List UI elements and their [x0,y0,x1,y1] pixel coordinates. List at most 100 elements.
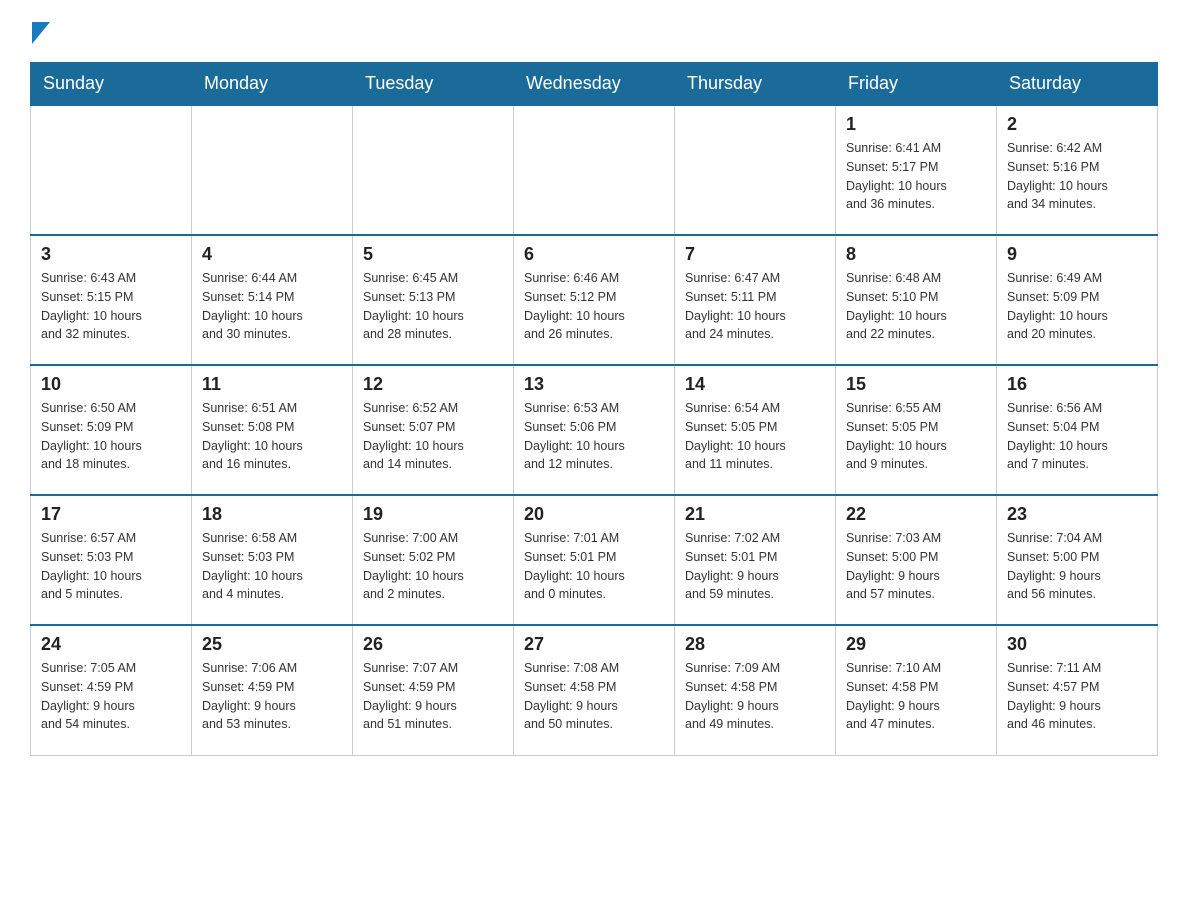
day-info: Sunrise: 7:09 AM Sunset: 4:58 PM Dayligh… [685,659,825,734]
day-info: Sunrise: 7:04 AM Sunset: 5:00 PM Dayligh… [1007,529,1147,604]
calendar-cell [675,105,836,235]
day-number: 8 [846,244,986,265]
calendar-cell [192,105,353,235]
day-info: Sunrise: 6:45 AM Sunset: 5:13 PM Dayligh… [363,269,503,344]
week-row-1: 1Sunrise: 6:41 AM Sunset: 5:17 PM Daylig… [31,105,1158,235]
weekday-header-thursday: Thursday [675,63,836,106]
day-info: Sunrise: 6:54 AM Sunset: 5:05 PM Dayligh… [685,399,825,474]
day-number: 14 [685,374,825,395]
day-number: 9 [1007,244,1147,265]
calendar-cell: 29Sunrise: 7:10 AM Sunset: 4:58 PM Dayli… [836,625,997,755]
calendar-cell: 22 Sunrise: 7:03 AM Sunset: 5:00 PM Dayli… [836,495,997,625]
calendar-cell: 17 Sunrise: 6:57 AM Sunset: 5:03 PM Dayli… [31,495,192,625]
weekday-header-saturday: Saturday [997,63,1158,106]
calendar-table: SundayMondayTuesdayWednesdayThursdayFrid… [30,62,1158,756]
day-info: Sunrise: 7:06 AM Sunset: 4:59 PM Dayligh… [202,659,342,734]
day-info: Sunrise: 7:02 AM Sunset: 5:01 PM Dayligh… [685,529,825,604]
calendar-cell: 3 Sunrise: 6:43 AM Sunset: 5:15 PM Daylig… [31,235,192,365]
day-info: Sunrise: 6:41 AM Sunset: 5:17 PM Dayligh… [846,139,986,214]
day-number: 26 [363,634,503,655]
logo-triangle-icon [32,22,50,44]
week-row-4: 17 Sunrise: 6:57 AM Sunset: 5:03 PM Dayli… [31,495,1158,625]
calendar-cell: 25Sunrise: 7:06 AM Sunset: 4:59 PM Dayli… [192,625,353,755]
day-number: 6 [524,244,664,265]
calendar-cell: 11 Sunrise: 6:51 AM Sunset: 5:08 PM Dayli… [192,365,353,495]
day-number: 22 [846,504,986,525]
day-info: Sunrise: 7:07 AM Sunset: 4:59 PM Dayligh… [363,659,503,734]
day-number: 3 [41,244,181,265]
day-number: 12 [363,374,503,395]
day-number: 29 [846,634,986,655]
calendar-cell: 14 Sunrise: 6:54 AM Sunset: 5:05 PM Dayli… [675,365,836,495]
day-number: 11 [202,374,342,395]
week-row-3: 10Sunrise: 6:50 AM Sunset: 5:09 PM Dayli… [31,365,1158,495]
calendar-cell: 16Sunrise: 6:56 AM Sunset: 5:04 PM Dayli… [997,365,1158,495]
weekday-header-row: SundayMondayTuesdayWednesdayThursdayFrid… [31,63,1158,106]
calendar-cell: 9Sunrise: 6:49 AM Sunset: 5:09 PM Daylig… [997,235,1158,365]
weekday-header-friday: Friday [836,63,997,106]
day-info: Sunrise: 6:47 AM Sunset: 5:11 PM Dayligh… [685,269,825,344]
calendar-cell: 13Sunrise: 6:53 AM Sunset: 5:06 PM Dayli… [514,365,675,495]
day-info: Sunrise: 7:05 AM Sunset: 4:59 PM Dayligh… [41,659,181,734]
day-number: 10 [41,374,181,395]
day-info: Sunrise: 6:48 AM Sunset: 5:10 PM Dayligh… [846,269,986,344]
day-number: 21 [685,504,825,525]
weekday-header-tuesday: Tuesday [353,63,514,106]
calendar-cell: 2 Sunrise: 6:42 AM Sunset: 5:16 PM Daylig… [997,105,1158,235]
day-info: Sunrise: 6:58 AM Sunset: 5:03 PM Dayligh… [202,529,342,604]
calendar-cell: 19 Sunrise: 7:00 AM Sunset: 5:02 PM Dayli… [353,495,514,625]
day-info: Sunrise: 6:57 AM Sunset: 5:03 PM Dayligh… [41,529,181,604]
day-info: Sunrise: 7:00 AM Sunset: 5:02 PM Dayligh… [363,529,503,604]
calendar-cell: 15 Sunrise: 6:55 AM Sunset: 5:05 PM Dayli… [836,365,997,495]
day-info: Sunrise: 6:51 AM Sunset: 5:08 PM Dayligh… [202,399,342,474]
day-info: Sunrise: 7:03 AM Sunset: 5:00 PM Dayligh… [846,529,986,604]
calendar-cell: 24Sunrise: 7:05 AM Sunset: 4:59 PM Dayli… [31,625,192,755]
day-number: 27 [524,634,664,655]
day-number: 13 [524,374,664,395]
calendar-cell: 5 Sunrise: 6:45 AM Sunset: 5:13 PM Daylig… [353,235,514,365]
day-info: Sunrise: 6:42 AM Sunset: 5:16 PM Dayligh… [1007,139,1147,214]
calendar-cell: 23Sunrise: 7:04 AM Sunset: 5:00 PM Dayli… [997,495,1158,625]
day-info: Sunrise: 6:55 AM Sunset: 5:05 PM Dayligh… [846,399,986,474]
day-number: 18 [202,504,342,525]
day-info: Sunrise: 6:43 AM Sunset: 5:15 PM Dayligh… [41,269,181,344]
page-header [30,20,1158,42]
week-row-5: 24Sunrise: 7:05 AM Sunset: 4:59 PM Dayli… [31,625,1158,755]
calendar-cell [353,105,514,235]
day-number: 7 [685,244,825,265]
calendar-cell: 10Sunrise: 6:50 AM Sunset: 5:09 PM Dayli… [31,365,192,495]
weekday-header-sunday: Sunday [31,63,192,106]
day-info: Sunrise: 6:52 AM Sunset: 5:07 PM Dayligh… [363,399,503,474]
calendar-cell: 27 Sunrise: 7:08 AM Sunset: 4:58 PM Dayli… [514,625,675,755]
day-info: Sunrise: 6:44 AM Sunset: 5:14 PM Dayligh… [202,269,342,344]
day-number: 30 [1007,634,1147,655]
day-number: 4 [202,244,342,265]
day-info: Sunrise: 7:08 AM Sunset: 4:58 PM Dayligh… [524,659,664,734]
day-info: Sunrise: 7:01 AM Sunset: 5:01 PM Dayligh… [524,529,664,604]
calendar-cell: 4 Sunrise: 6:44 AM Sunset: 5:14 PM Daylig… [192,235,353,365]
calendar-cell: 26 Sunrise: 7:07 AM Sunset: 4:59 PM Dayli… [353,625,514,755]
day-number: 19 [363,504,503,525]
day-number: 17 [41,504,181,525]
calendar-cell: 21 Sunrise: 7:02 AM Sunset: 5:01 PM Dayli… [675,495,836,625]
calendar-cell: 8 Sunrise: 6:48 AM Sunset: 5:10 PM Daylig… [836,235,997,365]
calendar-cell [514,105,675,235]
calendar-cell: 7 Sunrise: 6:47 AM Sunset: 5:11 PM Daylig… [675,235,836,365]
calendar-cell: 18 Sunrise: 6:58 AM Sunset: 5:03 PM Dayli… [192,495,353,625]
calendar-cell: 28 Sunrise: 7:09 AM Sunset: 4:58 PM Dayli… [675,625,836,755]
day-number: 5 [363,244,503,265]
day-info: Sunrise: 6:56 AM Sunset: 5:04 PM Dayligh… [1007,399,1147,474]
day-number: 28 [685,634,825,655]
calendar-cell: 20 Sunrise: 7:01 AM Sunset: 5:01 PM Dayli… [514,495,675,625]
day-info: Sunrise: 6:46 AM Sunset: 5:12 PM Dayligh… [524,269,664,344]
calendar-cell: 30 Sunrise: 7:11 AM Sunset: 4:57 PM Dayli… [997,625,1158,755]
logo [30,20,50,42]
day-number: 20 [524,504,664,525]
day-number: 2 [1007,114,1147,135]
week-row-2: 3 Sunrise: 6:43 AM Sunset: 5:15 PM Daylig… [31,235,1158,365]
weekday-header-wednesday: Wednesday [514,63,675,106]
day-info: Sunrise: 7:11 AM Sunset: 4:57 PM Dayligh… [1007,659,1147,734]
calendar-cell: 12 Sunrise: 6:52 AM Sunset: 5:07 PM Dayli… [353,365,514,495]
weekday-header-monday: Monday [192,63,353,106]
day-number: 15 [846,374,986,395]
